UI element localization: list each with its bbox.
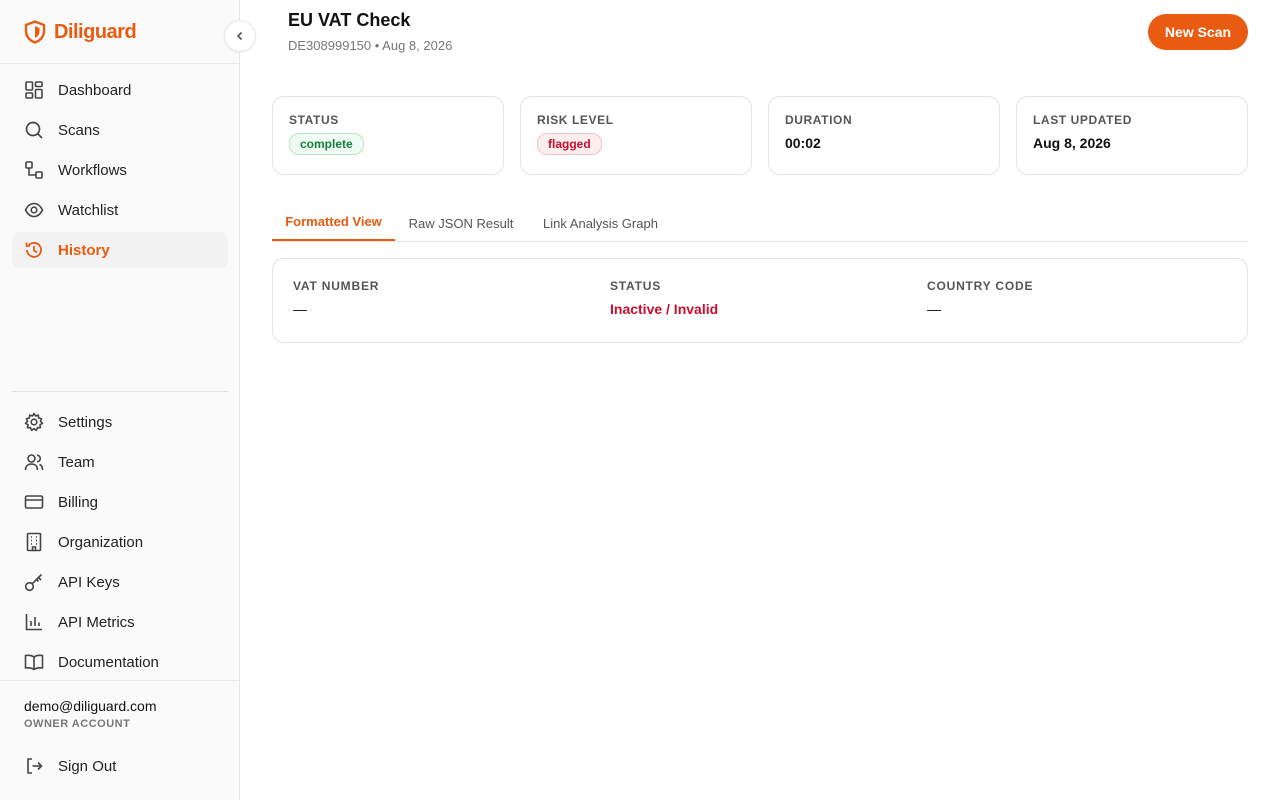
vat-number-value: — [293, 301, 307, 317]
search-icon [25, 121, 43, 139]
user-role: OWNER ACCOUNT [24, 718, 131, 730]
collapse-sidebar-button[interactable] [224, 20, 256, 52]
sidebar-item-label: Settings [58, 413, 113, 431]
sidebar-item-label: Scans [58, 121, 100, 139]
tab-raw-json-result[interactable]: Raw JSON Result [403, 204, 519, 242]
history-icon [25, 242, 42, 258]
dashboard-icon [25, 81, 43, 99]
card-label: STATUS [289, 113, 339, 127]
sidebar-item-billing[interactable]: Billing [12, 484, 228, 520]
duration-card: DURATION 00:02 [768, 96, 1000, 175]
sidebar-divider [0, 63, 239, 64]
sidebar-item-team[interactable]: Team [12, 444, 228, 480]
sidebar-item-history[interactable]: History [12, 232, 228, 268]
field-label: COUNTRY CODE [927, 279, 1034, 293]
country-code-value: — [927, 301, 941, 317]
sidebar-item-label: Team [58, 453, 95, 471]
duration-value: 00:02 [785, 135, 821, 151]
credit-card-icon [24, 495, 44, 509]
country-code-field: COUNTRY CODE — [927, 279, 1033, 317]
sign-out-button[interactable]: Sign Out [12, 748, 228, 784]
building-icon [26, 532, 42, 552]
gear-icon [24, 412, 44, 432]
card-label: DURATION [785, 113, 853, 127]
status-value: Inactive / Invalid [610, 301, 719, 317]
risk-card: RISK LEVEL flagged [520, 96, 752, 175]
sidebar-item-api-metrics[interactable]: API Metrics [12, 604, 228, 640]
sidebar-divider [12, 391, 228, 392]
sidebar: Diliguard Dashboard Scans Workflows Watc… [0, 0, 240, 800]
field-label: VAT NUMBER [293, 279, 380, 293]
tab-formatted-view[interactable]: Formatted View [272, 204, 395, 241]
user-email: demo@diliguard.com [24, 698, 157, 714]
bar-chart-icon [25, 614, 42, 631]
page-title: EU VAT Check [288, 10, 411, 30]
sidebar-item-label: History [58, 241, 110, 259]
sidebar-item-label: API Keys [58, 573, 120, 591]
last-updated-value: Aug 8, 2026 [1033, 135, 1111, 151]
card-label: RISK LEVEL [537, 113, 614, 127]
sidebar-item-label: API Metrics [58, 613, 135, 631]
last-updated-card: LAST UPDATED Aug 8, 2026 [1016, 96, 1248, 175]
sidebar-item-workflows[interactable]: Workflows [12, 152, 228, 188]
eye-icon [24, 202, 44, 218]
sidebar-item-label: Workflows [58, 161, 127, 179]
sidebar-item-watchlist[interactable]: Watchlist [12, 192, 228, 228]
risk-badge: flagged [537, 133, 602, 155]
vat-number-field: VAT NUMBER — [293, 279, 379, 317]
page-subtitle: DE308999150 • Aug 8, 2026 [288, 38, 453, 53]
sign-out-icon [27, 758, 43, 774]
field-label: STATUS [610, 279, 662, 293]
book-icon [24, 654, 44, 671]
result-tabs: Formatted View Raw JSON Result Link Anal… [272, 204, 1248, 242]
sidebar-item-settings[interactable]: Settings [12, 404, 228, 440]
sidebar-item-label: Watchlist [58, 201, 119, 219]
key-icon [24, 573, 43, 592]
brand-logo[interactable]: Diliguard [24, 18, 137, 46]
status-badge: complete [289, 133, 364, 155]
status-field: STATUS Inactive / Invalid [610, 279, 718, 317]
sign-out-label: Sign Out [58, 757, 117, 775]
card-label: LAST UPDATED [1033, 113, 1132, 127]
sidebar-item-api-keys[interactable]: API Keys [12, 564, 228, 600]
chevron-left-icon [236, 31, 243, 41]
sidebar-item-documentation[interactable]: Documentation [12, 644, 228, 680]
sidebar-item-label: Documentation [58, 653, 159, 671]
sidebar-item-organization[interactable]: Organization [12, 524, 228, 560]
result-panel: VAT NUMBER — STATUS Inactive / Invalid C… [272, 258, 1248, 343]
shield-icon [24, 20, 46, 44]
status-card: STATUS complete [272, 96, 504, 175]
sidebar-divider [0, 680, 239, 681]
sidebar-item-scans[interactable]: Scans [12, 112, 228, 148]
brand-name: Diliguard [54, 20, 137, 43]
users-icon [24, 454, 44, 471]
tab-link-analysis-graph[interactable]: Link Analysis Graph [535, 204, 666, 242]
sidebar-item-label: Billing [58, 493, 99, 511]
workflow-icon [25, 161, 43, 179]
sidebar-item-dashboard[interactable]: Dashboard [12, 72, 228, 108]
sidebar-item-label: Dashboard [58, 81, 132, 99]
sidebar-item-label: Organization [58, 533, 144, 551]
new-scan-button[interactable]: New Scan [1148, 14, 1248, 50]
